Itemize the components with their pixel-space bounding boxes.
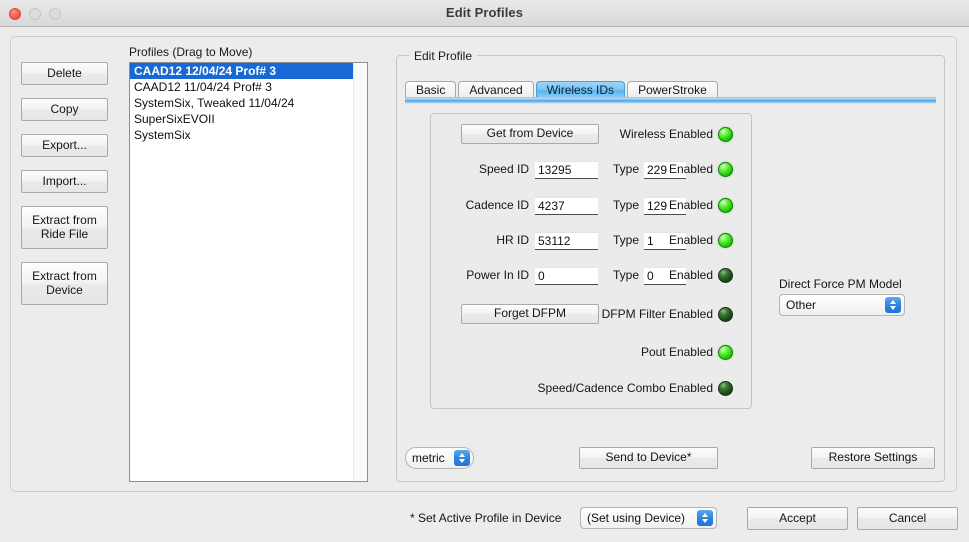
pout-enabled-label: Pout Enabled: [640, 345, 713, 359]
hr-enabled-led[interactable]: [718, 233, 733, 248]
power-in-id-label: Power In ID: [466, 268, 529, 282]
hr-id-input[interactable]: [535, 232, 598, 250]
export-button[interactable]: Export...: [21, 134, 108, 157]
power-in-id-input[interactable]: [535, 267, 598, 285]
window-title: Edit Profiles: [445, 5, 524, 20]
accept-button[interactable]: Accept: [747, 507, 848, 530]
cancel-button[interactable]: Cancel: [857, 507, 958, 530]
list-item[interactable]: CAAD12 11/04/24 Prof# 3: [130, 79, 353, 95]
active-profile-value: (Set using Device): [587, 511, 686, 525]
tab-bar: Basic Advanced Wireless IDs PowerStroke: [405, 81, 936, 98]
cadence-id-label: Cadence ID: [465, 198, 529, 212]
extract-from-ride-file-button[interactable]: Extract from Ride File: [21, 206, 108, 249]
list-item[interactable]: SystemSix: [130, 127, 353, 143]
direct-force-pm-model-select[interactable]: Other: [779, 294, 905, 316]
pout-enabled-led[interactable]: [718, 345, 733, 360]
chevron-updown-icon: [697, 510, 713, 526]
units-select[interactable]: metric: [405, 447, 474, 469]
dfpm-filter-enabled-label: DFPM Filter Enabled: [601, 307, 713, 321]
chevron-updown-icon: [454, 450, 470, 466]
copy-button[interactable]: Copy: [21, 98, 108, 121]
delete-button[interactable]: Delete: [21, 62, 108, 85]
profiles-list-label: Profiles (Drag to Move): [129, 45, 253, 59]
tab-basic[interactable]: Basic: [405, 81, 457, 98]
speed-id-input[interactable]: [535, 161, 598, 179]
title-bar: Edit Profiles: [0, 0, 969, 27]
power-in-enabled-label: Enabled: [668, 268, 713, 282]
list-item[interactable]: SuperSixEVOII: [130, 111, 353, 127]
import-button[interactable]: Import...: [21, 170, 108, 193]
chevron-updown-icon: [885, 297, 901, 313]
dfpm-filter-enabled-led[interactable]: [718, 307, 733, 322]
list-item[interactable]: SystemSix, Tweaked 11/04/24: [130, 95, 353, 111]
edit-profile-group-title: Edit Profile: [409, 49, 478, 63]
hr-id-label: HR ID: [496, 233, 529, 247]
speed-enabled-label: Enabled: [668, 162, 713, 176]
wireless-enabled-label: Wireless Enabled: [619, 127, 713, 141]
get-from-device-button[interactable]: Get from Device: [461, 124, 599, 144]
hr-enabled-label: Enabled: [668, 233, 713, 247]
active-profile-select[interactable]: (Set using Device): [580, 507, 717, 529]
speed-id-label: Speed ID: [478, 162, 529, 176]
direct-force-pm-model-value: Other: [786, 298, 817, 312]
tab-powerstroke[interactable]: PowerStroke: [627, 81, 718, 98]
wireless-ids-panel: Get from Device Wireless Enabled Speed I…: [430, 113, 752, 409]
direct-force-pm-model-label: Direct Force PM Model: [779, 277, 902, 291]
sidebar-buttons: Delete Copy Export... Import... Extract …: [21, 62, 108, 318]
cadence-enabled-led[interactable]: [718, 198, 733, 213]
power-in-enabled-led[interactable]: [718, 268, 733, 283]
restore-settings-button[interactable]: Restore Settings: [811, 447, 935, 469]
profiles-list-scrollbar[interactable]: [353, 63, 367, 481]
cadence-id-input[interactable]: [535, 197, 598, 215]
tab-underline: [405, 97, 936, 104]
units-value: metric: [412, 451, 445, 465]
profiles-list-items: CAAD12 12/04/24 Prof# 3 CAAD12 11/04/24 …: [130, 63, 353, 481]
active-profile-note: * Set Active Profile in Device: [410, 511, 562, 525]
extract-from-device-button[interactable]: Extract from Device: [21, 262, 108, 305]
speed-cadence-combo-enabled-led[interactable]: [718, 381, 733, 396]
speed-enabled-led[interactable]: [718, 162, 733, 177]
edit-profiles-window: Edit Profiles Delete Copy Export... Impo…: [0, 0, 969, 542]
send-to-device-button[interactable]: Send to Device*: [579, 447, 718, 469]
tab-advanced[interactable]: Advanced: [458, 81, 534, 98]
list-item[interactable]: CAAD12 12/04/24 Prof# 3: [130, 63, 353, 79]
tab-wireless-ids[interactable]: Wireless IDs: [535, 81, 626, 98]
wireless-enabled-led[interactable]: [718, 127, 733, 142]
speed-cadence-combo-enabled-label: Speed/Cadence Combo Enabled: [537, 381, 713, 395]
profiles-list[interactable]: CAAD12 12/04/24 Prof# 3 CAAD12 11/04/24 …: [129, 62, 368, 482]
cadence-enabled-label: Enabled: [668, 198, 713, 212]
